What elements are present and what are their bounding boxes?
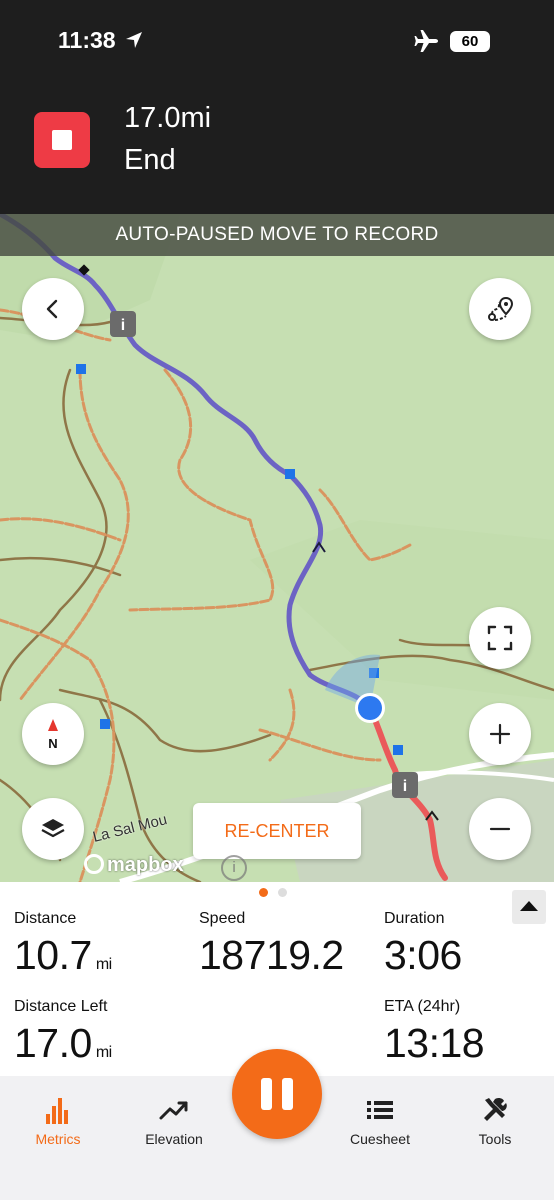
- distance-left-label: Distance Left: [14, 998, 108, 1015]
- layers-icon: [41, 819, 65, 838]
- distance-left-number: 17.0: [14, 1020, 92, 1066]
- mapbox-wordmark: mapbox: [107, 854, 184, 876]
- tools-icon: [484, 1097, 507, 1121]
- minus-icon: [489, 827, 511, 831]
- speed-label: Speed: [199, 910, 246, 927]
- distance-left-unit: mi: [95, 1044, 112, 1061]
- page-dot-active[interactable]: [259, 888, 268, 897]
- trend-line-icon: [159, 1101, 188, 1120]
- attribution-info-button[interactable]: i: [221, 855, 247, 881]
- pause-icon-bar-right: [282, 1078, 293, 1110]
- tab-metrics-label: Metrics: [35, 1131, 81, 1147]
- navigation-banner: 17.0mi End: [0, 84, 554, 214]
- auto-paused-banner: AUTO-PAUSED MOVE TO RECORD: [0, 214, 554, 256]
- speed-value: 18719.2: [199, 932, 344, 978]
- pause-icon-bar-left: [261, 1078, 272, 1110]
- stop-icon: [52, 130, 72, 150]
- airplane-mode-icon: [414, 30, 438, 52]
- next-cue-distance: 17.0mi: [124, 102, 212, 134]
- distance-unit: mi: [95, 956, 112, 973]
- plus-icon: [489, 723, 511, 745]
- map-view[interactable]: i i AUTO-PAUSED MOVE TO RECORD N RE-CENT…: [0, 214, 554, 882]
- svg-text:N: N: [48, 736, 57, 751]
- eta-value: 13:18: [384, 1020, 485, 1066]
- mapbox-logo: mapbox: [84, 854, 184, 877]
- distance-value: 10.7 mi: [14, 932, 112, 979]
- zoom-out-button[interactable]: [469, 798, 531, 860]
- compass-button[interactable]: N: [22, 703, 84, 765]
- route-overview-button[interactable]: [469, 278, 531, 340]
- page-dot[interactable]: [278, 888, 287, 897]
- collapse-metrics-button[interactable]: [512, 890, 546, 924]
- fullscreen-icon: [487, 625, 513, 651]
- location-arrow-icon: [126, 32, 142, 48]
- tab-tools-label: Tools: [478, 1131, 512, 1147]
- svg-text:i: i: [121, 317, 125, 334]
- eta-label: ETA (24hr): [384, 998, 461, 1015]
- duration-label: Duration: [384, 910, 445, 927]
- tab-cuesheet-label: Cuesheet: [350, 1131, 410, 1147]
- mapbox-logo-icon: [84, 854, 104, 874]
- back-button[interactable]: [22, 278, 84, 340]
- route-pin-icon: [488, 296, 514, 321]
- fullscreen-button[interactable]: [469, 607, 531, 669]
- metrics-panel: Distance 10.7 mi Speed 18719.2 Duration 3…: [0, 882, 554, 1076]
- recenter-button[interactable]: RE-CENTER: [193, 803, 361, 859]
- next-cue-instruction: End: [124, 144, 176, 176]
- end-ride-button[interactable]: [34, 112, 90, 168]
- pause-recording-button[interactable]: [232, 1049, 322, 1139]
- status-bar: 11:38 60: [0, 0, 554, 84]
- battery-indicator: 60: [450, 31, 490, 52]
- tab-elevation-label: Elevation: [145, 1131, 203, 1147]
- compass-north-icon: N: [48, 719, 58, 751]
- page-indicator[interactable]: [259, 888, 287, 897]
- distance-left-value: 17.0 mi: [14, 1020, 112, 1067]
- bar-chart-icon: [46, 1098, 68, 1124]
- duration-value: 3:06: [384, 932, 462, 978]
- map-layers-button[interactable]: [22, 798, 84, 860]
- distance-label: Distance: [14, 910, 77, 927]
- status-time: 11:38: [58, 27, 116, 53]
- svg-text:i: i: [403, 778, 407, 795]
- distance-number: 10.7: [14, 932, 92, 978]
- list-icon: [367, 1101, 393, 1119]
- zoom-in-button[interactable]: [469, 703, 531, 765]
- chevron-left-icon: [46, 299, 58, 319]
